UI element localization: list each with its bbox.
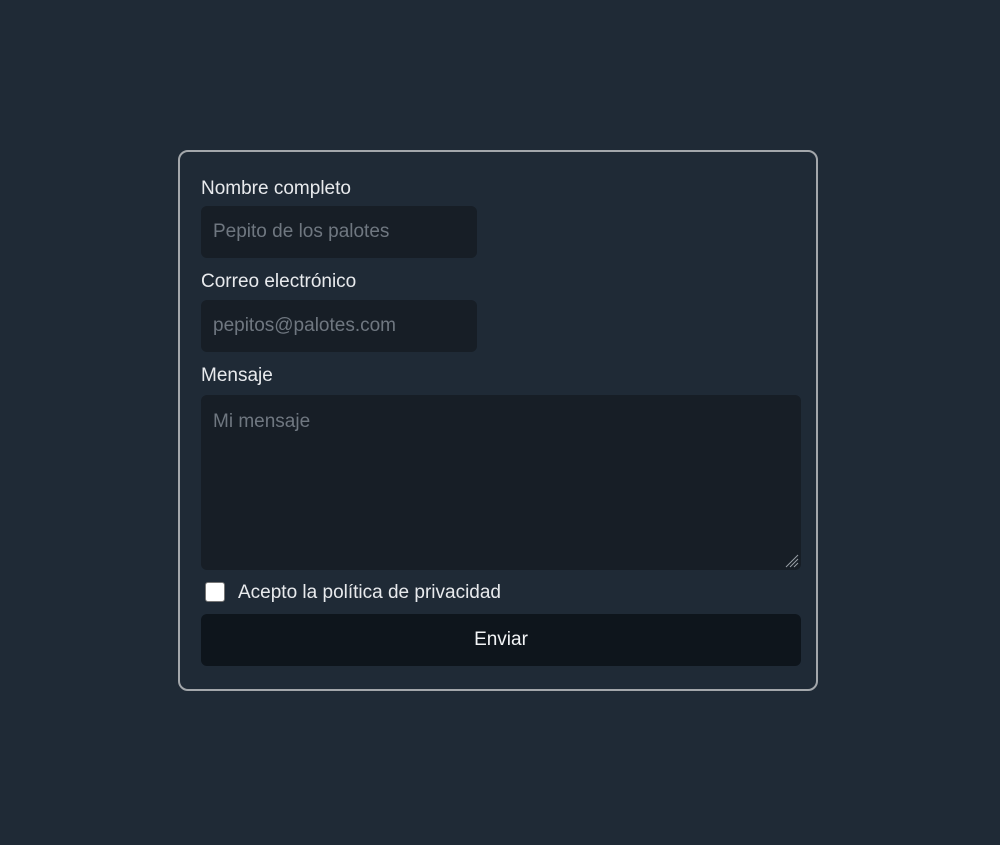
message-placeholder: Mi mensaje: [213, 411, 311, 432]
submit-button[interactable]: Enviar: [201, 614, 801, 666]
contact-form: Nombre completo Pepito de los palotes Co…: [178, 150, 818, 691]
privacy-checkbox-label[interactable]: Acepto la política de privacidad: [238, 582, 501, 604]
name-input[interactable]: Pepito de los palotes: [201, 206, 477, 258]
resize-handle-icon[interactable]: [783, 552, 799, 568]
email-input[interactable]: pepitos@palotes.com: [201, 300, 477, 352]
message-textarea[interactable]: Mi mensaje: [201, 395, 801, 570]
name-placeholder: Pepito de los palotes: [213, 221, 390, 242]
email-placeholder: pepitos@palotes.com: [213, 315, 396, 336]
privacy-checkbox[interactable]: [205, 582, 225, 602]
email-label: Correo electrónico: [201, 271, 357, 292]
message-label: Mensaje: [201, 365, 273, 386]
name-label: Nombre completo: [201, 178, 351, 199]
